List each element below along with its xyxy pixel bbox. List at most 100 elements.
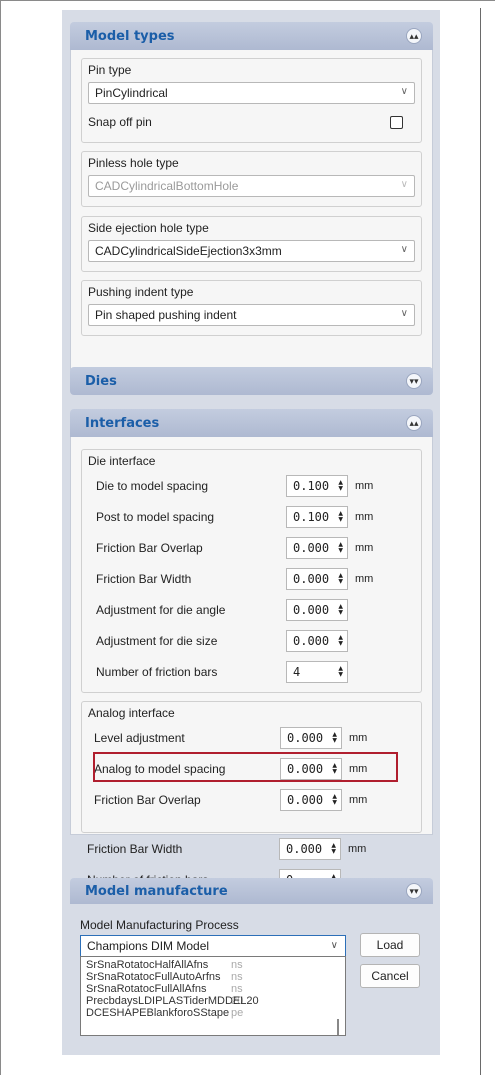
side-ejection-hole-type-select[interactable]: CADCylindricalSideEjection3x3mm ∨ <box>88 240 415 262</box>
spin-arrows-icon[interactable]: ▲▼ <box>338 665 343 678</box>
value-spinbox[interactable]: 0.000 ▲ ▼ <box>280 788 342 811</box>
value-spinbox[interactable]: 0.000 ▲ ▼ <box>286 598 348 621</box>
list-item[interactable]: SrSnaRotatocFullAllAfns ns <box>81 983 345 995</box>
panel-model-manufacture: Model manufacture ▾▾ <box>70 878 433 904</box>
spin-row: Friction Bar Overlap 0.000 ▲ ▼ mm <box>82 784 421 815</box>
unit-label: mm <box>349 731 368 744</box>
list-item[interactable]: SrSnaRotatocFullAutoArfns ns <box>81 971 345 983</box>
value-spinbox[interactable]: 0.000 ▲ ▼ <box>286 567 348 590</box>
value-spinbox[interactable]: 0.000 ▲ ▼ <box>286 536 348 559</box>
spinbox-value: 0.000 <box>287 730 324 745</box>
row-label: Friction Bar Width <box>87 841 183 856</box>
snap-off-pin-label: Snap off pin <box>88 115 152 129</box>
unit-label: mm <box>355 510 374 523</box>
analog-to-model-spacing-highlight <box>93 752 398 782</box>
spinbox-value: 0.000 <box>286 841 323 856</box>
row-label: Adjustment for die angle <box>96 602 226 617</box>
value-spinbox[interactable]: 0.000 ▲ ▼ <box>279 837 341 860</box>
spin-row: Friction Bar Overlap 0.000 ▲ ▼ mm <box>88 532 421 563</box>
spinbox-value: 0.000 <box>293 602 330 617</box>
list-scrollbar[interactable] <box>337 1019 339 1035</box>
pin-type-label: Pin type <box>88 63 132 77</box>
list-item[interactable]: DCESHAPEBlankforoSStape pe <box>81 1007 345 1019</box>
spin-arrows-icon[interactable]: ▲▼ <box>338 603 343 616</box>
spin-row: Adjustment for die angle 0.000 ▲ ▼ <box>88 594 421 625</box>
spin-arrows-icon[interactable]: ▲▼ <box>338 634 343 647</box>
process-options-list[interactable]: SrSnaRotatocHalfAllAfns ns SrSnaRotatocFul… <box>80 956 346 1036</box>
row-label: Friction Bar Width <box>96 571 192 586</box>
load-button[interactable]: Load <box>360 933 420 957</box>
pin-type-select[interactable]: PinCylindrical ∨ <box>88 82 415 104</box>
side-ejection-hole-type-value: CADCylindricalSideEjection3x3mm <box>95 244 282 258</box>
value-spinbox[interactable]: 0.100 ▲ ▼ <box>286 474 348 497</box>
pinless-hole-type-value: CADCylindricalBottomHole <box>95 179 239 193</box>
spinbox-value: 0.000 <box>287 792 324 807</box>
list-item[interactable]: PrecbdaysLDIPLASTiderMDDEL20 20 <box>81 995 345 1007</box>
row-label: Post to model spacing <box>96 509 215 524</box>
pinless-hole-type-label: Pinless hole type <box>88 156 179 170</box>
spin-row: Friction Bar Width 0.000 ▲ ▼ mm <box>88 563 421 594</box>
model-manufacture-header[interactable]: Model manufacture ▾▾ <box>70 878 433 904</box>
spin-arrows-icon[interactable]: ▲▼ <box>338 541 343 554</box>
model-manufacturing-process-label: Model Manufacturing Process <box>80 918 239 932</box>
value-spinbox[interactable]: 0.000 ▲ ▼ <box>280 726 342 749</box>
spin-arrows-icon[interactable]: ▲▼ <box>331 842 336 855</box>
die-interface-label: Die interface <box>88 454 156 468</box>
value-spinbox[interactable]: 0.000 ▲ ▼ <box>286 629 348 652</box>
pinless-hole-type-select[interactable]: CADCylindricalBottomHole ∨ <box>88 175 415 197</box>
analog-interface-label: Analog interface <box>88 706 175 720</box>
list-item[interactable]: SrSnaRotatocHalfAllAfns ns <box>81 959 345 971</box>
snap-off-pin-row: Snap off pin <box>88 112 415 132</box>
spinbox-value: 0.100 <box>293 509 330 524</box>
spin-arrows-icon[interactable]: ▲▼ <box>338 572 343 585</box>
die-interface-rows: Die to model spacing 0.100 ▲ ▼ mm Post to mod… <box>88 470 421 687</box>
process-options: SrSnaRotatocHalfAllAfns ns SrSnaRotatocFul… <box>81 957 345 1019</box>
double-chevron-up-icon[interactable]: ▴▴ <box>406 415 422 431</box>
spin-row: Friction Bar Width 0.000 ▲ ▼ mm <box>81 833 432 864</box>
cancel-button[interactable]: Cancel <box>360 964 420 988</box>
spinbox-value: 4 <box>293 664 301 679</box>
list-item-text: SrSnaRotatocHalfAllAfns <box>86 959 209 971</box>
value-spinbox[interactable]: 4 ▲ ▼ <box>286 660 348 683</box>
pinless-hole-type-group: Pinless hole type CADCylindricalBottomHo… <box>81 151 422 207</box>
spin-arrows-icon[interactable]: ▲▼ <box>332 793 337 806</box>
interfaces-header[interactable]: Interfaces ▴▴ <box>70 409 433 437</box>
value-spinbox[interactable]: 0.100 ▲ ▼ <box>286 505 348 528</box>
list-item-overlap-text: ns <box>231 959 243 971</box>
spin-arrows-icon[interactable]: ▲▼ <box>338 510 343 523</box>
interfaces-title: Interfaces <box>85 415 160 431</box>
pushing-indent-type-select[interactable]: Pin shaped pushing indent ∨ <box>88 304 415 326</box>
unit-label: mm <box>355 479 374 492</box>
list-item-overlap-text: ns <box>231 983 243 995</box>
snap-off-pin-checkbox[interactable] <box>390 115 403 129</box>
unit-label: mm <box>348 842 367 855</box>
pushing-indent-type-label: Pushing indent type <box>88 285 194 299</box>
row-label: Friction Bar Overlap <box>96 540 203 555</box>
chevron-down-icon: ∨ <box>400 179 408 190</box>
chevron-down-icon: ∨ <box>400 308 408 319</box>
model-manufacturing-process-select[interactable]: Champions DIM Model ∨ <box>80 935 346 957</box>
double-chevron-up-icon[interactable]: ▴▴ <box>406 28 422 44</box>
double-chevron-down-icon[interactable]: ▾▾ <box>406 373 422 389</box>
double-chevron-down-icon[interactable]: ▾▾ <box>406 883 422 899</box>
spin-arrows-icon[interactable]: ▲▼ <box>332 731 337 744</box>
spinbox-value: 0.000 <box>293 633 330 648</box>
pushing-indent-type-group: Pushing indent type Pin shaped pushing i… <box>81 280 422 336</box>
spin-row: Die to model spacing 0.100 ▲ ▼ mm <box>88 470 421 501</box>
side-ejection-hole-type-label: Side ejection hole type <box>88 221 209 235</box>
window-right-edge <box>480 8 495 1075</box>
model-types-title: Model types <box>85 28 175 44</box>
row-label: Adjustment for die size <box>96 633 218 648</box>
spin-arrows-icon[interactable]: ▲▼ <box>338 479 343 492</box>
model-types-header[interactable]: Model types ▴▴ <box>70 22 433 50</box>
chevron-down-icon: ∨ <box>400 244 408 255</box>
unit-label: mm <box>355 572 374 585</box>
chevron-down-icon: ∨ <box>330 940 338 951</box>
list-item-overlap-text: 20 <box>231 995 244 1007</box>
spin-row: Level adjustment 0.000 ▲ ▼ mm <box>82 722 421 753</box>
chevron-down-icon: ∨ <box>400 86 408 97</box>
row-label: Level adjustment <box>94 730 185 745</box>
dies-header[interactable]: Dies ▾▾ <box>70 367 433 395</box>
spinbox-value: 0.000 <box>293 540 330 555</box>
list-item-text: SrSnaRotatocFullAllAfns <box>86 983 207 995</box>
